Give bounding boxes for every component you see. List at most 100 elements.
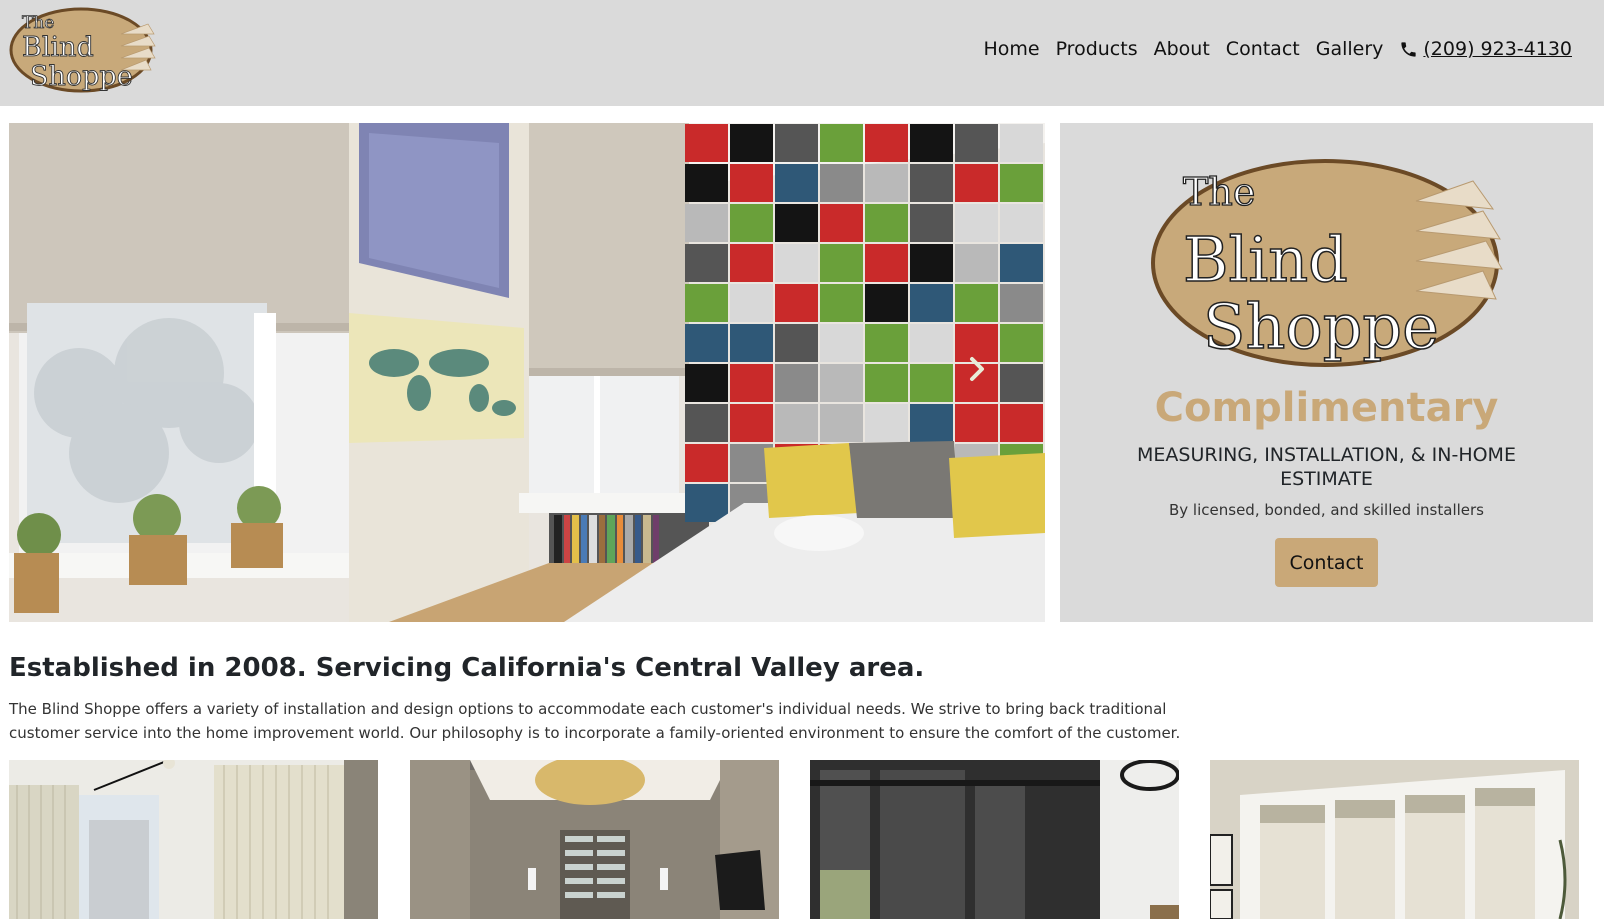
promo-note: By licensed, bonded, and skilled install… bbox=[1169, 501, 1484, 519]
wall-panel bbox=[730, 124, 773, 162]
wall-panel bbox=[685, 404, 728, 442]
wall-panel bbox=[820, 364, 863, 402]
gallery-image-1 bbox=[9, 760, 378, 919]
wall-panel bbox=[865, 404, 908, 442]
wall-panel bbox=[730, 244, 773, 282]
wall-panel bbox=[775, 164, 818, 202]
wall-panel bbox=[730, 204, 773, 242]
gallery-thumb-roller-shades[interactable] bbox=[810, 760, 1179, 919]
phone-number: (209) 923-4130 bbox=[1423, 38, 1572, 60]
promo-logo-blind: Blind bbox=[1183, 223, 1348, 296]
logo[interactable]: The Blind Shoppe bbox=[8, 6, 158, 94]
gallery-image-3 bbox=[810, 760, 1179, 919]
wall-panel bbox=[1000, 244, 1043, 282]
main-nav: Home Products About Contact Gallery (209… bbox=[983, 38, 1572, 60]
wall-panel bbox=[775, 324, 818, 362]
wall-panel bbox=[955, 244, 998, 282]
hero-bedroom-illustration bbox=[9, 123, 1045, 622]
promo-subtitle: MEASURING, INSTALLATION, & IN-HOME ESTIM… bbox=[1137, 444, 1516, 490]
gallery-thumb-roman-shades[interactable] bbox=[1210, 760, 1579, 919]
carousel-next-icon[interactable] bbox=[967, 355, 987, 383]
wall-panel bbox=[955, 204, 998, 242]
wall-panel bbox=[685, 164, 728, 202]
wall-panel bbox=[1000, 204, 1043, 242]
wall-panel bbox=[685, 364, 728, 402]
wall-panel bbox=[685, 124, 728, 162]
promo-contact-button[interactable]: Contact bbox=[1275, 538, 1378, 587]
logo-text-blind: Blind bbox=[22, 32, 94, 63]
wall-panel bbox=[820, 204, 863, 242]
wall-panel bbox=[1000, 364, 1043, 402]
phone-link[interactable]: (209) 923-4130 bbox=[1399, 38, 1572, 60]
wall-panel bbox=[910, 324, 953, 362]
about-paragraph: The Blind Shoppe offers a variety of ins… bbox=[9, 700, 1181, 742]
promo-title: Complimentary bbox=[1154, 385, 1499, 431]
wall-panel bbox=[775, 364, 818, 402]
nav-products[interactable]: Products bbox=[1056, 38, 1138, 60]
wall-panel bbox=[910, 124, 953, 162]
about-heading: Established in 2008. Servicing Californi… bbox=[9, 653, 925, 683]
wall-panel bbox=[730, 284, 773, 322]
wall-panel bbox=[955, 404, 998, 442]
wall-panel bbox=[1000, 324, 1043, 362]
wall-panel bbox=[685, 324, 728, 362]
wall-panel bbox=[685, 444, 728, 482]
wall-panel bbox=[955, 124, 998, 162]
logo-text-the: The bbox=[22, 13, 54, 33]
wall-panel bbox=[865, 364, 908, 402]
wall-panel bbox=[910, 364, 953, 402]
gallery-image-4 bbox=[1210, 760, 1579, 919]
wall-panel bbox=[910, 404, 953, 442]
nav-gallery[interactable]: Gallery bbox=[1316, 38, 1384, 60]
logo-text-shoppe: Shoppe bbox=[30, 61, 133, 92]
wall-panel bbox=[910, 164, 953, 202]
wall-panel bbox=[775, 284, 818, 322]
site-header: The Blind Shoppe Home Products About Con… bbox=[0, 0, 1604, 106]
wall-panel bbox=[730, 164, 773, 202]
wall-panel bbox=[910, 244, 953, 282]
gallery-image-2 bbox=[410, 760, 779, 919]
wall-panel bbox=[865, 124, 908, 162]
wall-panel bbox=[775, 244, 818, 282]
wall-panel bbox=[955, 284, 998, 322]
wall-panel bbox=[865, 244, 908, 282]
wall-panel bbox=[685, 484, 728, 522]
gallery-row bbox=[0, 760, 1604, 919]
wall-panel bbox=[730, 404, 773, 442]
wall-panel bbox=[865, 164, 908, 202]
wall-panel bbox=[820, 164, 863, 202]
wall-panel bbox=[685, 244, 728, 282]
promo-logo: The Blind Shoppe bbox=[1151, 159, 1503, 367]
wall-panel bbox=[865, 284, 908, 322]
nav-home[interactable]: Home bbox=[983, 38, 1039, 60]
wall-panel bbox=[865, 324, 908, 362]
wall-panel bbox=[1000, 124, 1043, 162]
wall-panel bbox=[730, 364, 773, 402]
wall-panel bbox=[730, 324, 773, 362]
wall-panel bbox=[910, 204, 953, 242]
wall-panel bbox=[775, 404, 818, 442]
wall-panel bbox=[685, 204, 728, 242]
promo-panel: The Blind Shoppe Complimentary MEASURING… bbox=[1060, 123, 1593, 622]
wall-panel bbox=[820, 404, 863, 442]
gallery-thumb-vertical-blinds[interactable] bbox=[9, 760, 378, 919]
nav-about[interactable]: About bbox=[1154, 38, 1210, 60]
hero-carousel-image[interactable] bbox=[9, 123, 1045, 622]
wall-panel bbox=[1000, 284, 1043, 322]
wall-panel bbox=[775, 124, 818, 162]
promo-logo-the: The bbox=[1183, 170, 1255, 214]
wall-panel bbox=[1000, 164, 1043, 202]
wall-panel bbox=[820, 284, 863, 322]
wall-panel bbox=[910, 284, 953, 322]
nav-contact[interactable]: Contact bbox=[1226, 38, 1300, 60]
phone-icon bbox=[1401, 41, 1417, 57]
gallery-thumb-zebra-shades[interactable] bbox=[410, 760, 779, 919]
wall-panel bbox=[820, 324, 863, 362]
wall-panel bbox=[820, 244, 863, 282]
wall-panel bbox=[820, 124, 863, 162]
wall-panel bbox=[685, 284, 728, 322]
wall-panel bbox=[955, 164, 998, 202]
wall-panel bbox=[865, 204, 908, 242]
promo-logo-shoppe: Shoppe bbox=[1203, 290, 1439, 363]
wall-panel bbox=[1000, 404, 1043, 442]
